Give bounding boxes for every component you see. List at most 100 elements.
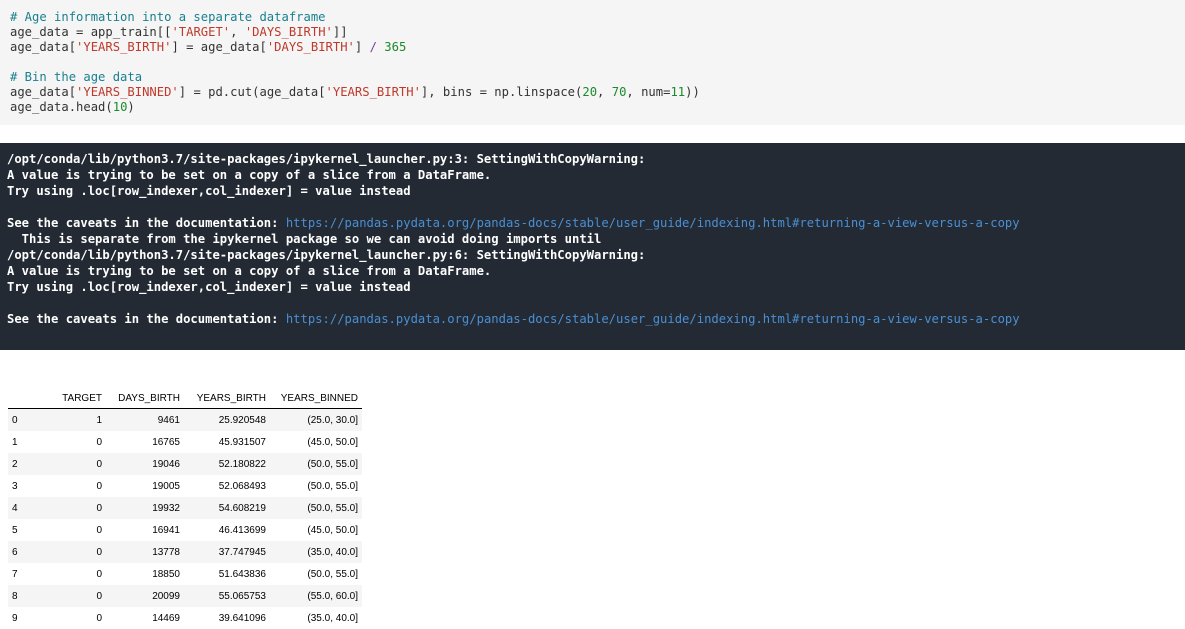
warning-hint: Try using .loc[row_indexer,col_indexer] … bbox=[7, 184, 411, 198]
code-text: age_data[ bbox=[10, 40, 77, 54]
row-index: 7 bbox=[12, 568, 18, 580]
number-literal: 10 bbox=[112, 100, 128, 114]
table-row: 2 0 19046 52.180822 (50.0, 55.0] bbox=[8, 453, 362, 475]
code-text: age_data[ bbox=[10, 85, 77, 99]
cell-years-birth: 25.920548 bbox=[218, 414, 266, 426]
cell-years-birth: 51.643836 bbox=[218, 568, 266, 580]
cell-years-birth: 46.413699 bbox=[218, 524, 266, 536]
warning-header: /opt/conda/lib/python3.7/site-packages/i… bbox=[7, 248, 646, 262]
cell-years-binned: (45.0, 50.0] bbox=[307, 436, 358, 448]
caveat-text: See the caveats in the documentation: bbox=[7, 216, 286, 230]
column-header: DAYS_BIRTH bbox=[106, 388, 184, 409]
table-row: 9 0 14469 39.641096 (35.0, 40.0] bbox=[8, 607, 362, 629]
cell-years-birth: 37.747945 bbox=[218, 546, 266, 558]
table-row: 6 0 13778 37.747945 (35.0, 40.0] bbox=[8, 541, 362, 563]
code-editor[interactable]: # Age information into a separate datafr… bbox=[10, 10, 700, 115]
table-row: 8 0 20099 55.065753 (55.0, 60.0] bbox=[8, 585, 362, 607]
row-index: 1 bbox=[12, 436, 18, 448]
warning-text: /opt/conda/lib/python3.7/site-packages/i… bbox=[7, 151, 1020, 327]
cell-days-birth: 16941 bbox=[152, 524, 180, 536]
cell-target: 0 bbox=[96, 590, 102, 602]
row-index: 3 bbox=[12, 480, 18, 492]
cell-years-binned: (55.0, 60.0] bbox=[307, 590, 358, 602]
row-index: 2 bbox=[12, 458, 18, 470]
cell-days-birth: 19046 bbox=[152, 458, 180, 470]
cell-years-binned: (35.0, 40.0] bbox=[307, 546, 358, 558]
row-index: 6 bbox=[12, 546, 18, 558]
column-header: YEARS_BIRTH bbox=[184, 388, 270, 409]
code-text: ]] bbox=[332, 25, 348, 39]
cell-target: 0 bbox=[96, 502, 102, 514]
cell-years-birth: 45.931507 bbox=[218, 436, 266, 448]
row-index: 5 bbox=[12, 524, 18, 536]
cell-days-birth: 9461 bbox=[157, 414, 180, 426]
cell-target: 0 bbox=[96, 436, 102, 448]
cell-days-birth: 18850 bbox=[152, 568, 180, 580]
code-text: ] = age_data[ bbox=[171, 40, 267, 54]
string-literal: 'YEARS_BIRTH' bbox=[76, 40, 172, 54]
code-text: , bbox=[230, 25, 245, 39]
cell-days-birth: 14469 bbox=[152, 612, 180, 624]
warning-message: A value is trying to be set on a copy of… bbox=[7, 168, 492, 182]
docs-link[interactable]: https://pandas.pydata.org/pandas-docs/st… bbox=[286, 216, 1020, 230]
separate-note: This is separate from the ipykernel pack… bbox=[7, 232, 602, 246]
stderr-output: /opt/conda/lib/python3.7/site-packages/i… bbox=[0, 143, 1185, 350]
code-text: )) bbox=[685, 85, 700, 99]
cell-years-binned: (50.0, 55.0] bbox=[307, 502, 358, 514]
code-text: ) bbox=[127, 100, 135, 114]
comment-age-info: # Age information into a separate datafr… bbox=[10, 10, 326, 24]
table-row: 1 0 16765 45.931507 (45.0, 50.0] bbox=[8, 431, 362, 453]
dataframe-table: TARGET DAYS_BIRTH YEARS_BIRTH YEARS_BINN… bbox=[8, 388, 362, 629]
row-index: 4 bbox=[12, 502, 18, 514]
comment-bin: # Bin the age data bbox=[10, 70, 143, 84]
cell-days-birth: 19932 bbox=[152, 502, 180, 514]
cell-target: 0 bbox=[96, 524, 102, 536]
cell-years-birth: 54.608219 bbox=[218, 502, 266, 514]
cell-days-birth: 13778 bbox=[152, 546, 180, 558]
string-literal: 'DAYS_BIRTH' bbox=[266, 40, 355, 54]
code-text: , num= bbox=[626, 85, 671, 99]
code-text: ] bbox=[354, 40, 370, 54]
cell-target: 0 bbox=[96, 480, 102, 492]
cell-years-birth: 55.065753 bbox=[218, 590, 266, 602]
table-row: 0 1 9461 25.920548 (25.0, 30.0] bbox=[8, 408, 362, 431]
number-literal: 20 bbox=[582, 85, 598, 99]
cell-years-birth: 39.641096 bbox=[218, 612, 266, 624]
table-row: 5 0 16941 46.413699 (45.0, 50.0] bbox=[8, 519, 362, 541]
code-text: age_data = app_train[[ bbox=[10, 25, 172, 39]
row-index: 8 bbox=[12, 590, 18, 602]
cell-years-binned: (50.0, 55.0] bbox=[307, 480, 358, 492]
row-index: 9 bbox=[12, 612, 18, 624]
table-row: 4 0 19932 54.608219 (50.0, 55.0] bbox=[8, 497, 362, 519]
index-header bbox=[8, 388, 36, 409]
table-row: 3 0 19005 52.068493 (50.0, 55.0] bbox=[8, 475, 362, 497]
number-literal: 70 bbox=[611, 85, 627, 99]
cell-days-birth: 16765 bbox=[152, 436, 180, 448]
cell-years-birth: 52.180822 bbox=[218, 458, 266, 470]
cell-days-birth: 19005 bbox=[152, 480, 180, 492]
cell-target: 1 bbox=[96, 414, 102, 426]
code-cell[interactable]: # Age information into a separate datafr… bbox=[0, 0, 1185, 125]
code-text: ] = pd.cut(age_data[ bbox=[178, 85, 326, 99]
docs-link[interactable]: https://pandas.pydata.org/pandas-docs/st… bbox=[286, 312, 1020, 326]
number-literal: 11 bbox=[670, 85, 686, 99]
cell-days-birth: 20099 bbox=[152, 590, 180, 602]
cell-years-binned: (35.0, 40.0] bbox=[307, 612, 358, 624]
string-literal: 'YEARS_BIRTH' bbox=[325, 85, 421, 99]
warning-hint: Try using .loc[row_indexer,col_indexer] … bbox=[7, 280, 411, 294]
row-index: 0 bbox=[12, 414, 18, 426]
code-text: age_data.head( bbox=[10, 100, 113, 114]
cell-target: 0 bbox=[96, 568, 102, 580]
column-header: YEARS_BINNED bbox=[270, 388, 362, 409]
column-header: TARGET bbox=[36, 388, 106, 409]
number-literal: 365 bbox=[384, 40, 407, 54]
warning-message: A value is trying to be set on a copy of… bbox=[7, 264, 492, 278]
operator: / bbox=[369, 40, 377, 54]
caveat-text: See the caveats in the documentation: bbox=[7, 312, 286, 326]
cell-years-binned: (45.0, 50.0] bbox=[307, 524, 358, 536]
warning-header: /opt/conda/lib/python3.7/site-packages/i… bbox=[7, 152, 646, 166]
cell-years-binned: (50.0, 55.0] bbox=[307, 568, 358, 580]
string-literal: 'YEARS_BINNED' bbox=[76, 85, 179, 99]
table-header-row: TARGET DAYS_BIRTH YEARS_BIRTH YEARS_BINN… bbox=[8, 388, 362, 409]
cell-years-binned: (50.0, 55.0] bbox=[307, 458, 358, 470]
